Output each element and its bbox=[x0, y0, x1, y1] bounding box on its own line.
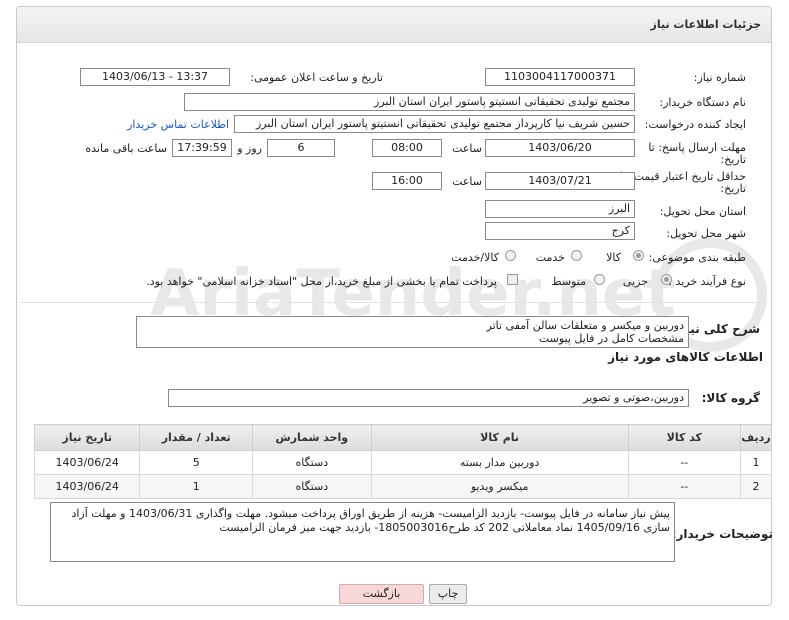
remaining-time-label: ساعت باقی مانده bbox=[85, 142, 167, 155]
category-option-service: خدمت bbox=[535, 251, 565, 264]
goods-group-label: گروه کالا: bbox=[701, 391, 760, 405]
province-label: استان محل تحویل: bbox=[659, 205, 746, 218]
need-number-label: شماره نیاز: bbox=[693, 71, 746, 84]
city-label: شهر محل تحویل: bbox=[666, 227, 746, 240]
province-field[interactable]: البرز bbox=[485, 200, 635, 218]
buyer-org-field[interactable]: مجتمع تولیدی تحقیقاتی انستیتو پاستور ایر… bbox=[184, 93, 635, 111]
price-validity-time[interactable]: 16:00 bbox=[372, 172, 442, 190]
category-radio-goods[interactable] bbox=[633, 250, 644, 261]
category-option-goods-service: کالا/خدمت bbox=[451, 251, 499, 264]
col-row-header: ردیف bbox=[740, 424, 772, 451]
requester-label: ایجاد کننده درخواست: bbox=[644, 118, 746, 131]
cell-qty: 1 bbox=[139, 474, 253, 499]
treasury-note: پرداخت تمام یا بخشی از مبلغ خرید،از محل … bbox=[146, 275, 497, 288]
cell-qty: 5 bbox=[139, 450, 253, 475]
col-code-header: کد کالا bbox=[627, 424, 742, 451]
cell-date: 1403/06/24 bbox=[33, 474, 141, 499]
print-button[interactable]: چاپ bbox=[429, 584, 467, 604]
price-validity-label-2: تاریخ: bbox=[720, 182, 746, 195]
cell-unit: دستگاه bbox=[251, 474, 372, 499]
reply-days-field[interactable]: 6 bbox=[267, 139, 335, 157]
treasury-checkbox[interactable] bbox=[507, 274, 518, 285]
requester-field[interactable]: حسین شریف نیا کارپرداز مجتمع تولیدی تحقی… bbox=[234, 115, 635, 133]
process-radio-medium[interactable] bbox=[594, 274, 605, 285]
divider bbox=[20, 302, 768, 303]
city-field[interactable]: کرج bbox=[485, 222, 635, 240]
reply-deadline-date[interactable]: 1403/06/20 bbox=[485, 139, 635, 157]
buyer-notes-label: توضیحات خریدار: bbox=[671, 527, 773, 541]
category-radio-goods-service[interactable] bbox=[505, 250, 516, 261]
goods-group-field[interactable]: دوربین،صوتی و تصویر bbox=[168, 389, 689, 407]
cell-unit: دستگاه bbox=[251, 450, 372, 475]
cell-code: -- bbox=[627, 450, 742, 475]
category-option-goods: کالا bbox=[606, 251, 621, 264]
reply-deadline-label-2: تاریخ: bbox=[720, 153, 746, 166]
col-name-header: نام کالا bbox=[370, 424, 629, 451]
reply-time-label: ساعت bbox=[452, 142, 482, 155]
goods-section-title: اطلاعات کالاهای مورد نیاز bbox=[608, 350, 763, 364]
category-label: طبقه بندی موضوعی: bbox=[648, 251, 746, 264]
process-option-medium: متوسط bbox=[551, 275, 586, 288]
need-number-field[interactable]: 1103004117000371 bbox=[485, 68, 635, 86]
cell-row: 1 bbox=[740, 450, 772, 475]
remaining-time-field[interactable]: 17:39:59 bbox=[172, 139, 232, 157]
process-radio-minor[interactable] bbox=[661, 274, 672, 285]
process-option-minor: جزیی bbox=[622, 275, 648, 288]
buyer-contact-link[interactable]: اطلاعات تماس خریدار bbox=[127, 118, 229, 131]
cell-code: -- bbox=[627, 474, 742, 499]
table-row[interactable]: 2 -- میکسر ویدیو دستگاه 1 1403/06/24 bbox=[33, 474, 772, 499]
col-qty-header: تعداد / مقدار bbox=[139, 424, 253, 451]
cell-name: میکسر ویدیو bbox=[370, 474, 629, 499]
days-label: روز و bbox=[237, 142, 262, 155]
category-radio-service[interactable] bbox=[571, 250, 582, 261]
description-textarea[interactable]: دوربین و میکسر و متعلقات سالن آمفی تاتر … bbox=[136, 316, 689, 348]
cell-row: 2 bbox=[740, 474, 772, 499]
announce-datetime-field[interactable]: 1403/06/13 - 13:37 bbox=[80, 68, 230, 86]
cell-date: 1403/06/24 bbox=[33, 450, 141, 475]
col-unit-header: واحد شمارش bbox=[251, 424, 372, 451]
panel-title: جزئیات اطلاعات نیاز bbox=[650, 18, 762, 31]
price-validity-date[interactable]: 1403/07/21 bbox=[485, 172, 635, 190]
process-label: نوع فرآیند خرید : bbox=[668, 275, 746, 288]
goods-table: ردیف کد کالا نام کالا واحد شمارش تعداد /… bbox=[33, 424, 772, 499]
table-header-row: ردیف کد کالا نام کالا واحد شمارش تعداد /… bbox=[33, 424, 772, 451]
reply-deadline-time[interactable]: 08:00 bbox=[372, 139, 442, 157]
buyer-org-label: نام دستگاه خریدار: bbox=[659, 96, 746, 109]
col-date-header: تاریخ نیاز bbox=[33, 424, 141, 451]
buyer-notes-textarea[interactable]: پیش نیاز سامانه در فایل پیوست- بازدید ال… bbox=[50, 502, 675, 562]
table-row[interactable]: 1 -- دوربین مدار بسته دستگاه 5 1403/06/2… bbox=[33, 450, 772, 475]
cell-name: دوربین مدار بسته bbox=[370, 450, 629, 475]
price-time-label: ساعت bbox=[452, 175, 482, 188]
announce-datetime-label: تاریخ و ساعت اعلان عمومی: bbox=[250, 71, 383, 84]
back-button[interactable]: بازگشت bbox=[339, 584, 424, 604]
